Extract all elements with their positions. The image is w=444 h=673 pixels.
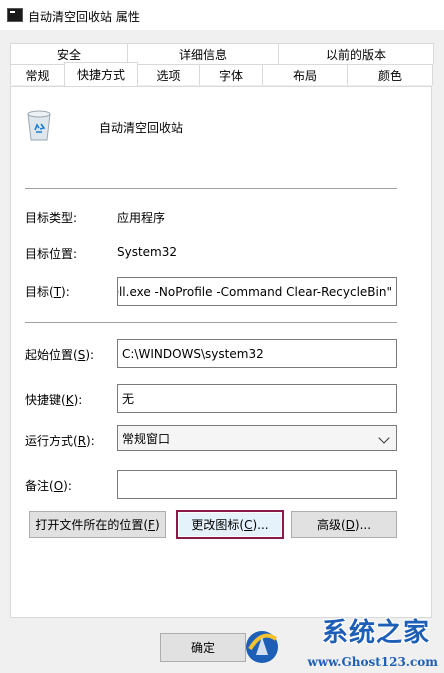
watermark: 系统之家 www.Ghost123.com	[244, 615, 444, 673]
hotkey-label: 快捷键(K):	[25, 393, 83, 407]
console-app-icon	[7, 8, 23, 22]
ok-button[interactable]: 确定	[160, 633, 246, 662]
recycle-bin-icon	[27, 110, 51, 141]
change-icon-button[interactable]: 更改图标(C)...	[176, 510, 284, 539]
tab-previous-versions[interactable]: 以前的版本	[278, 43, 434, 64]
target-label: 目标(T):	[25, 285, 70, 299]
start-in-field[interactable]: C:\WINDOWS\system32	[117, 339, 397, 368]
tab-row-1: 安全 详细信息 以前的版本	[10, 43, 434, 64]
start-in-label: 起始位置(S):	[25, 348, 95, 362]
watermark-title: 系统之家	[321, 618, 430, 648]
tab-layout[interactable]: 布局	[262, 64, 348, 85]
target-location-value: System32	[117, 245, 178, 259]
hotkey-field[interactable]: 无	[117, 384, 397, 413]
target-location-label: 目标位置:	[25, 247, 78, 261]
tab-shortcut[interactable]: 快捷方式	[64, 62, 138, 86]
tab-colors[interactable]: 颜色	[347, 64, 433, 85]
window-title: 自动清空回收站 属性	[28, 10, 140, 24]
target-field[interactable]: ell.exe -NoProfile -Command Clear-Recycl…	[117, 277, 397, 306]
watermark-logo-icon	[246, 631, 278, 663]
watermark-url: www.Ghost123.com	[307, 655, 438, 669]
advanced-button[interactable]: 高级(D)...	[291, 511, 397, 538]
comment-label: 备注(O):	[25, 479, 72, 493]
tab-security[interactable]: 安全	[10, 43, 128, 64]
tab-details[interactable]: 详细信息	[127, 43, 279, 64]
run-dropdown[interactable]: 常规窗口	[117, 425, 397, 451]
comment-field[interactable]	[117, 470, 397, 499]
shortcut-name: 自动清空回收站	[99, 121, 184, 135]
properties-dialog: 安全 详细信息 以前的版本 常规 快捷方式 选项 字体 布局 颜色 自动清空回收…	[0, 30, 444, 673]
target-type-value: 应用程序	[117, 211, 166, 225]
chevron-down-icon	[378, 432, 390, 444]
separator	[25, 188, 397, 189]
run-dropdown-value: 常规窗口	[122, 431, 171, 446]
shortcut-panel: 自动清空回收站 目标类型: 应用程序 目标位置: System32 目标(T):…	[10, 86, 432, 618]
tab-font[interactable]: 字体	[199, 64, 263, 85]
title-bar: 自动清空回收站 属性	[0, 0, 444, 30]
tab-general[interactable]: 常规	[10, 64, 65, 85]
target-type-label: 目标类型:	[25, 211, 78, 225]
run-label: 运行方式(R):	[25, 434, 95, 448]
tab-row-2: 常规 快捷方式 选项 字体 布局 颜色	[10, 62, 434, 86]
separator	[25, 322, 397, 323]
open-file-location-button[interactable]: 打开文件所在的位置(F)	[29, 511, 166, 538]
tab-options[interactable]: 选项	[137, 64, 200, 85]
